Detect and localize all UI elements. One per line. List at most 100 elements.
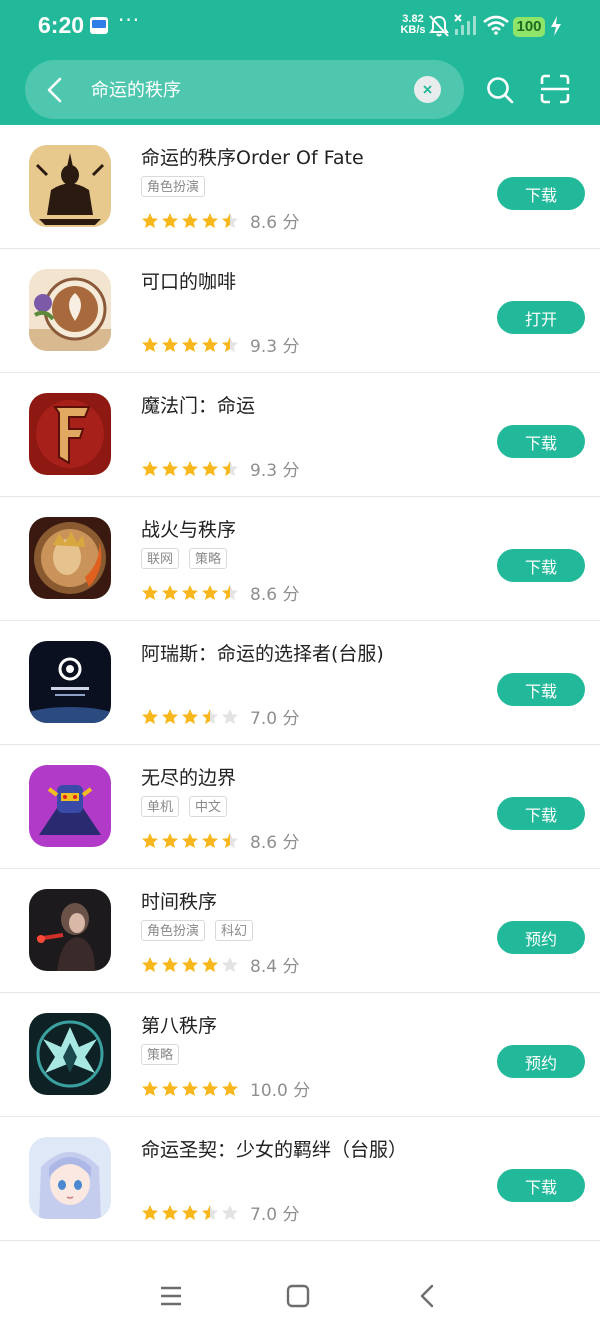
list-item[interactable]: 无尽的边界 单机 中文 8.6 分 下载: [0, 745, 600, 869]
tag-list: 单机 中文: [141, 796, 228, 817]
app-name: 可口的咖啡: [141, 271, 237, 293]
score: 8.6 分: [250, 833, 300, 853]
score: 8.4 分: [250, 957, 300, 977]
app-name: 命运的秩序Order Of Fate: [141, 147, 364, 169]
list-item[interactable]: 命运圣契：少女的羁绊（台服） 7.0 分 下载: [0, 1117, 600, 1241]
star-half-icon: [202, 1204, 218, 1220]
star-half-icon: [222, 336, 238, 352]
star-rating: [141, 832, 239, 850]
star-full-icon: [162, 708, 178, 724]
search-icon[interactable]: [486, 76, 514, 104]
tag: 中文: [189, 796, 228, 817]
order-of-fate-icon[interactable]: [29, 145, 111, 227]
notification-app-icon: [90, 17, 108, 34]
time-order-icon[interactable]: [29, 889, 111, 971]
score: 7.0 分: [250, 709, 300, 729]
system-nav-bar: [0, 1270, 600, 1333]
download-button[interactable]: 下载: [497, 549, 585, 582]
download-button[interactable]: 下载: [497, 1169, 585, 1202]
network-speed: 3.82 KB/s: [396, 14, 430, 36]
star-full-icon: [182, 956, 198, 972]
star-full-icon: [202, 956, 218, 972]
tag: 单机: [141, 796, 180, 817]
star-full-icon: [182, 212, 198, 228]
list-item[interactable]: 第八秩序 策略 10.0 分 预约: [0, 993, 600, 1117]
star-half-icon: [202, 708, 218, 724]
tag: 策略: [189, 548, 228, 569]
tag-list: 策略: [141, 1044, 180, 1065]
network-speed-unit: KB/s: [400, 24, 426, 36]
star-full-icon: [162, 336, 178, 352]
download-button[interactable]: 下载: [497, 797, 585, 830]
list-item[interactable]: 魔法门：命运 9.3 分 下载: [0, 373, 600, 497]
preorder-button[interactable]: 预约: [497, 921, 585, 954]
star-full-icon: [202, 336, 218, 352]
menu-icon[interactable]: [159, 1284, 183, 1308]
app-name: 战火与秩序: [141, 519, 237, 541]
ares-icon[interactable]: [29, 641, 111, 723]
star-rating: [141, 1204, 239, 1222]
open-button[interactable]: 打开: [497, 301, 585, 334]
score: 9.3 分: [250, 461, 300, 481]
star-empty-icon: [222, 1204, 238, 1220]
list-item[interactable]: 阿瑞斯：命运的选择者(台服) 7.0 分 下载: [0, 621, 600, 745]
coffee-icon[interactable]: [29, 269, 111, 351]
rating: 9.3 分: [141, 332, 299, 357]
star-full-icon: [222, 1080, 238, 1096]
march-of-empires-icon[interactable]: [29, 517, 111, 599]
app-name: 无尽的边界: [141, 767, 237, 789]
star-rating: [141, 336, 239, 354]
download-button[interactable]: 下载: [497, 673, 585, 706]
robot-warrior-icon[interactable]: [29, 765, 111, 847]
search-input[interactable]: [91, 73, 391, 105]
star-full-icon: [162, 1204, 178, 1220]
star-full-icon: [162, 212, 178, 228]
tag-list: 角色扮演: [141, 176, 206, 197]
preorder-button[interactable]: 预约: [497, 1045, 585, 1078]
star-rating: [141, 708, 239, 726]
might-magic-fate-icon[interactable]: [29, 393, 111, 475]
score: 8.6 分: [250, 213, 300, 233]
star-full-icon: [142, 956, 158, 972]
eighth-order-icon[interactable]: [29, 1013, 111, 1095]
star-empty-icon: [222, 708, 238, 724]
search-bar: [25, 60, 464, 119]
download-button[interactable]: 下载: [497, 177, 585, 210]
star-rating: [141, 956, 239, 974]
star-full-icon: [182, 1204, 198, 1220]
star-full-icon: [162, 460, 178, 476]
star-rating: [141, 460, 239, 478]
tag: 联网: [141, 548, 180, 569]
status-bar: 6:20 ··· 3.82 KB/s 100: [0, 0, 600, 56]
star-full-icon: [162, 584, 178, 600]
app-name: 魔法门：命运: [141, 395, 256, 417]
list-item[interactable]: 时间秩序 角色扮演 科幻 8.4 分 预约: [0, 869, 600, 993]
app-name: 阿瑞斯：命运的选择者(台服): [141, 643, 384, 665]
back-arrow-icon[interactable]: [43, 76, 67, 104]
app-name: 命运圣契：少女的羁绊（台服）: [141, 1139, 408, 1161]
star-full-icon: [202, 460, 218, 476]
star-rating: [141, 1080, 239, 1098]
list-item[interactable]: 战火与秩序 联网 策略 8.6 分 下载: [0, 497, 600, 621]
star-half-icon: [222, 212, 238, 228]
more-notifications-icon: ···: [118, 8, 141, 32]
rating: 8.6 分: [141, 208, 299, 233]
app-name: 时间秩序: [141, 891, 218, 913]
clear-search-button[interactable]: [414, 76, 441, 103]
score: 9.3 分: [250, 337, 300, 357]
star-full-icon: [142, 460, 158, 476]
back-icon[interactable]: [416, 1284, 440, 1308]
tag-list: 角色扮演 科幻: [141, 920, 254, 941]
anime-girl-icon[interactable]: [29, 1137, 111, 1219]
rating: 7.0 分: [141, 1200, 299, 1225]
header: 6:20 ··· 3.82 KB/s 100: [0, 0, 600, 125]
download-button[interactable]: 下载: [497, 425, 585, 458]
star-rating: [141, 584, 239, 602]
list-item[interactable]: 可口的咖啡 9.3 分 打开: [0, 249, 600, 373]
list-item[interactable]: 命运的秩序Order Of Fate 角色扮演 8.6 分 下载: [0, 125, 600, 249]
home-icon[interactable]: [286, 1284, 310, 1308]
close-icon: [423, 85, 432, 94]
scan-icon[interactable]: [540, 74, 570, 104]
star-rating: [141, 212, 239, 230]
star-full-icon: [182, 1080, 198, 1096]
